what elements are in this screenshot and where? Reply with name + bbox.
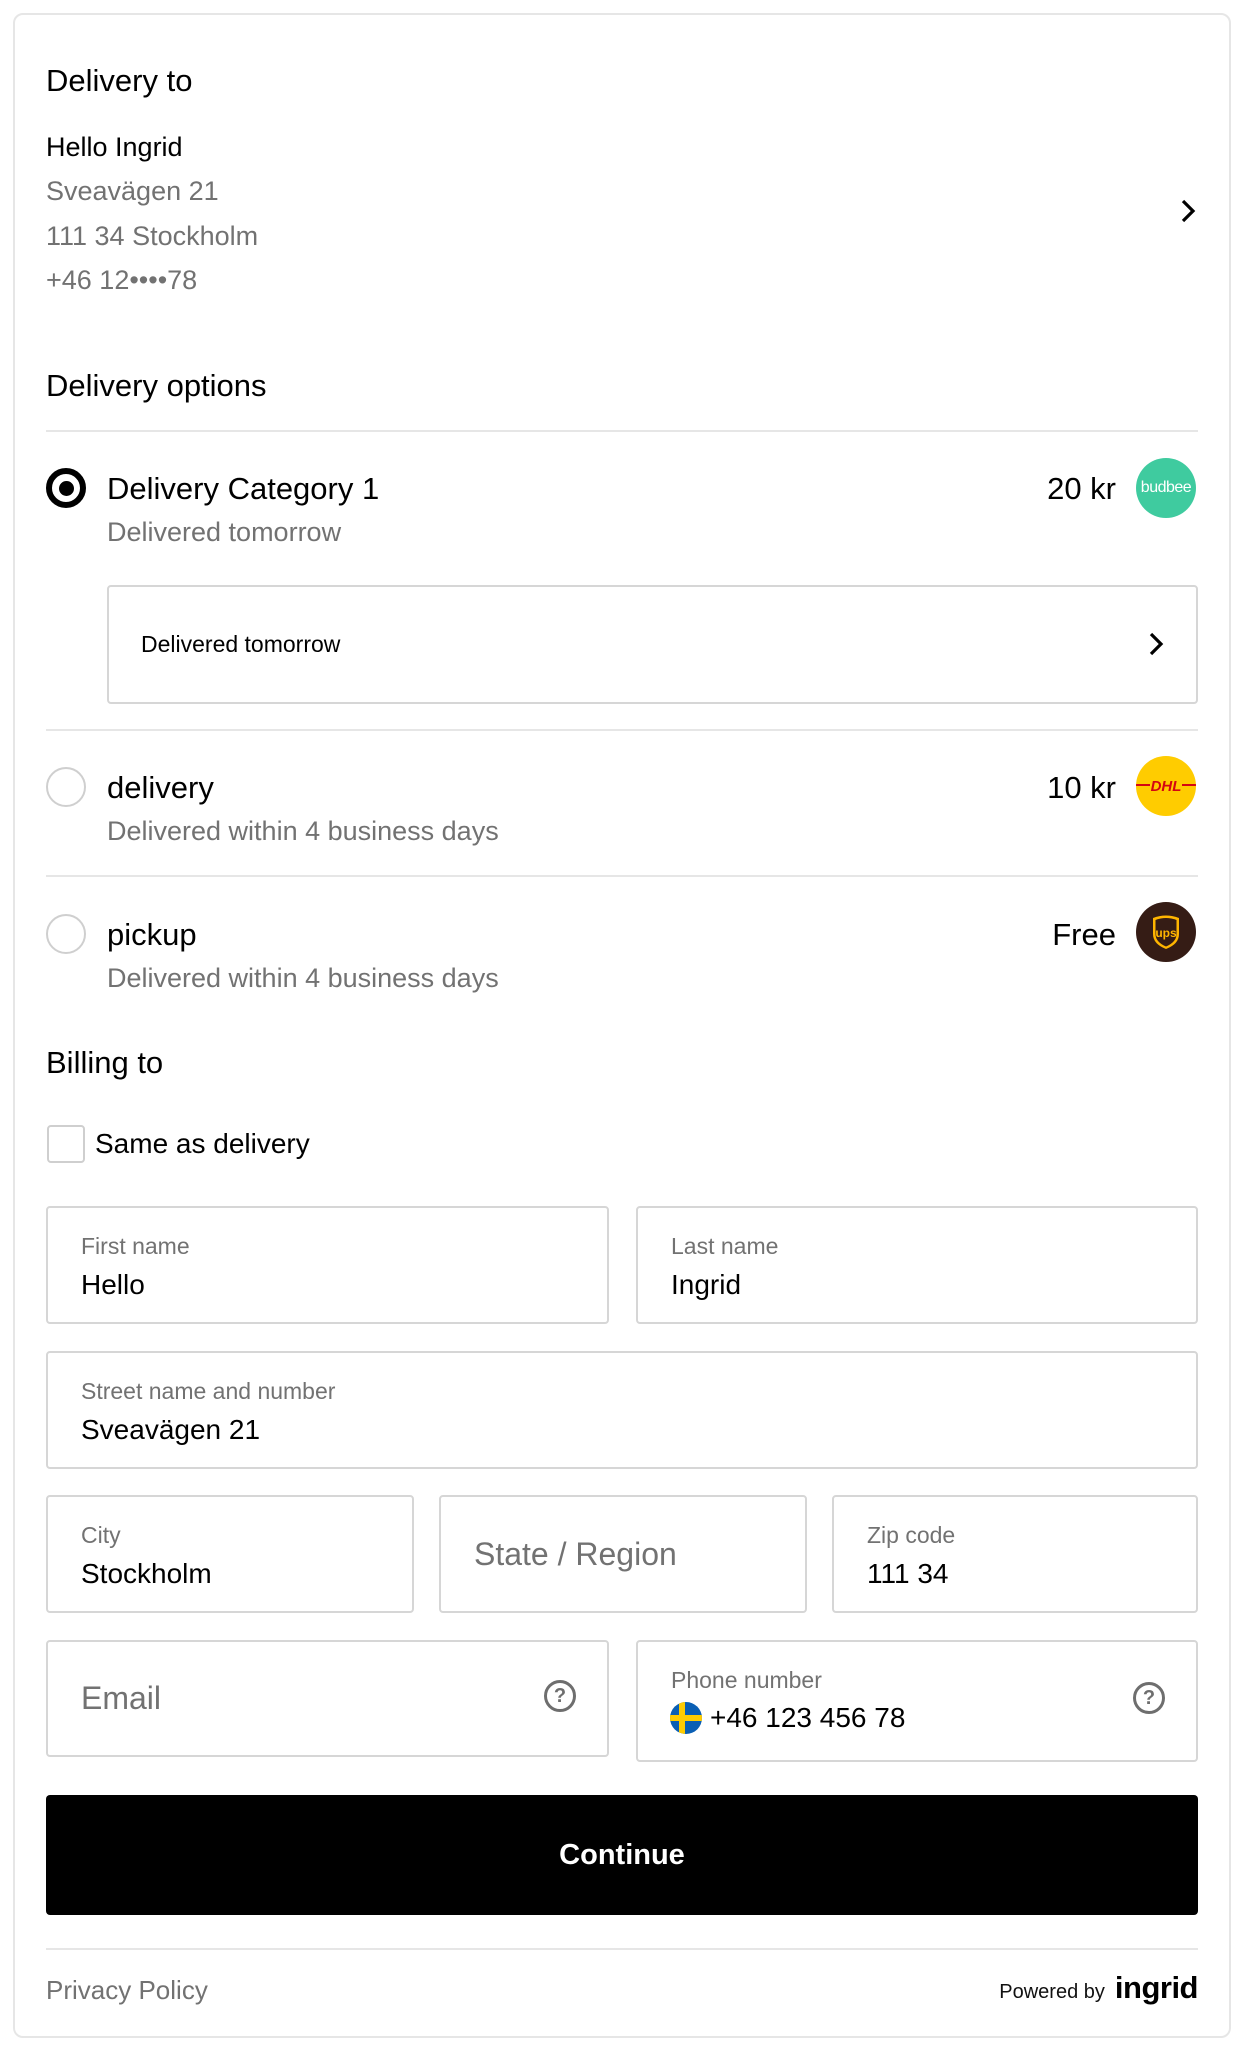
option-title: delivery xyxy=(107,770,214,805)
first-name-field[interactable]: First name Hello xyxy=(46,1206,609,1324)
budbee-logo-icon: budbee xyxy=(1136,458,1196,518)
last-name-label: Last name xyxy=(671,1233,779,1259)
divider xyxy=(46,430,1198,432)
city-label: City xyxy=(81,1522,121,1548)
phone-number-label: Phone number xyxy=(671,1667,822,1693)
street-label: Street name and number xyxy=(81,1378,336,1404)
delivery-street: Sveavägen 21 xyxy=(46,176,219,206)
ups-logo-icon: ups xyxy=(1136,902,1196,962)
city-value: Stockholm xyxy=(81,1558,212,1589)
state-region-placeholder: State / Region xyxy=(474,1535,677,1572)
option-price: 20 kr xyxy=(1047,471,1116,506)
delivery-options-heading: Delivery options xyxy=(46,368,267,403)
help-icon[interactable]: ? xyxy=(544,1680,576,1712)
delivery-option-3[interactable]: pickup Delivered within 4 business days … xyxy=(46,886,1198,1016)
email-field[interactable]: Email ? xyxy=(46,1640,609,1757)
billing-heading: Billing to xyxy=(46,1045,164,1080)
zip-code-value: 111 34 xyxy=(867,1558,949,1589)
option-subtitle: Delivered within 4 business days xyxy=(107,963,499,993)
divider xyxy=(46,1948,1198,1950)
privacy-policy-link[interactable]: Privacy Policy xyxy=(46,1975,208,2005)
powered-by-label: Powered by xyxy=(999,1981,1105,2003)
option-subtitle: Delivered within 4 business days xyxy=(107,816,499,846)
ups-shield-icon: ups xyxy=(1153,915,1179,949)
first-name-value: Hello xyxy=(81,1269,145,1300)
first-name-label: First name xyxy=(81,1233,190,1259)
street-field[interactable]: Street name and number Sveavägen 21 xyxy=(46,1351,1198,1469)
option-subtitle: Delivered tomorrow xyxy=(107,517,342,547)
same-as-delivery-label[interactable]: Same as delivery xyxy=(95,1127,310,1161)
continue-button[interactable]: Continue xyxy=(46,1795,1198,1915)
city-field[interactable]: City Stockholm xyxy=(46,1495,414,1613)
delivery-to-heading: Delivery to xyxy=(46,63,193,98)
delivery-phone: +46 12••••78 xyxy=(46,265,198,295)
last-name-value: Ingrid xyxy=(671,1269,742,1300)
phone-number-value: +46 123 456 78 xyxy=(710,1702,906,1733)
last-name-field[interactable]: Last name Ingrid xyxy=(636,1206,1198,1324)
powered-by: Powered by ingrid xyxy=(999,1971,1198,2005)
chevron-right-icon xyxy=(1149,632,1164,656)
time-slot-label: Delivered tomorrow xyxy=(141,631,341,657)
help-icon[interactable]: ? xyxy=(1133,1682,1165,1714)
option-title: pickup xyxy=(107,917,197,952)
time-slot-selector[interactable]: Delivered tomorrow xyxy=(107,585,1198,704)
chevron-right-icon xyxy=(1181,199,1196,223)
dhl-logo-icon: DHL xyxy=(1136,756,1196,816)
divider xyxy=(46,875,1198,877)
zip-code-label: Zip code xyxy=(867,1522,956,1548)
flag-cross-horizontal xyxy=(670,1715,702,1721)
sweden-flag-icon[interactable] xyxy=(670,1702,702,1734)
phone-number-field[interactable]: Phone number +46 123 456 78 ? xyxy=(636,1640,1198,1762)
ingrid-logo: ingrid xyxy=(1114,1970,1199,2005)
option-price: Free xyxy=(1052,917,1116,952)
recipient-name: Hello Ingrid xyxy=(46,132,183,162)
carrier-name: ups xyxy=(1155,926,1177,940)
divider xyxy=(46,729,1198,731)
street-value: Sveavägen 21 xyxy=(81,1414,261,1445)
delivery-address-summary[interactable]: Hello Ingrid Sveavägen 21 111 34 Stockho… xyxy=(46,120,1198,300)
radio-selected[interactable] xyxy=(46,468,86,508)
radio-unselected[interactable] xyxy=(46,767,86,807)
delivery-option-2[interactable]: delivery Delivered within 4 business day… xyxy=(46,740,1198,870)
option-price: 10 kr xyxy=(1047,770,1116,805)
radio-unselected[interactable] xyxy=(46,914,86,954)
carrier-name: budbee xyxy=(1140,479,1192,496)
delivery-postal-city: 111 34 Stockholm xyxy=(46,221,259,251)
delivery-option-1[interactable]: Delivery Category 1 Delivered tomorrow 2… xyxy=(46,440,1198,570)
option-title: Delivery Category 1 xyxy=(107,471,380,506)
state-region-field[interactable]: State / Region xyxy=(439,1495,807,1613)
carrier-name: DHL xyxy=(1149,777,1183,795)
zip-code-field[interactable]: Zip code 111 34 xyxy=(832,1495,1198,1613)
same-as-delivery-checkbox[interactable] xyxy=(47,1125,85,1163)
email-placeholder: Email xyxy=(81,1680,162,1716)
